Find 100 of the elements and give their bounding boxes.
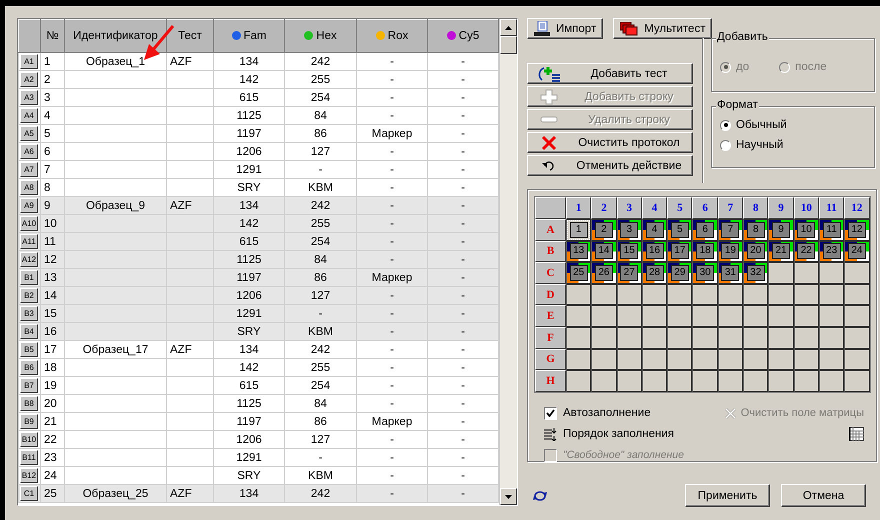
- table-row[interactable]: A4 4 1125 84 - -: [18, 106, 498, 124]
- table-row[interactable]: B2 14 1206 127 - -: [18, 286, 498, 304]
- radio-button[interactable]: [720, 120, 731, 130]
- plate-well[interactable]: [818, 262, 844, 284]
- plate-well[interactable]: 4: [642, 219, 668, 241]
- row-header[interactable]: A9: [20, 198, 38, 213]
- plate-well[interactable]: [718, 370, 744, 392]
- table-row[interactable]: B3 15 1291 - - -: [18, 304, 498, 322]
- plate-well[interactable]: [667, 305, 692, 327]
- column-header[interactable]: 3: [616, 197, 642, 219]
- plate-well[interactable]: 26: [591, 262, 617, 284]
- column-header[interactable]: 11: [818, 197, 844, 219]
- plate-well[interactable]: [566, 348, 592, 370]
- table-row[interactable]: B6 18 142 255 - -: [18, 358, 498, 376]
- plate-well[interactable]: [718, 348, 744, 370]
- plate-well[interactable]: [566, 284, 592, 306]
- plate-well[interactable]: [591, 284, 617, 306]
- plate-well[interactable]: [794, 262, 819, 284]
- plate-well[interactable]: [566, 370, 592, 392]
- row-header[interactable]: A1: [20, 54, 38, 69]
- radio-button[interactable]: [720, 140, 731, 150]
- plate-well[interactable]: 17: [667, 240, 692, 262]
- row-header[interactable]: B10: [20, 432, 38, 447]
- row-header[interactable]: B8: [20, 396, 38, 411]
- plate-well[interactable]: 16: [642, 240, 668, 262]
- table-row[interactable]: A12 12 1125 84 - -: [18, 250, 498, 268]
- row-header[interactable]: B11: [20, 450, 38, 465]
- table-row[interactable]: A1 1 Образец_1 AZF 134 242 - -: [18, 52, 498, 70]
- dialog-button[interactable]: Применить: [685, 484, 770, 507]
- row-header[interactable]: A6: [20, 144, 38, 159]
- plate-well[interactable]: 19: [718, 240, 744, 262]
- row-header[interactable]: B9: [20, 414, 38, 429]
- plate-well[interactable]: [844, 284, 870, 306]
- row-header[interactable]: A12: [20, 252, 38, 267]
- table-row[interactable]: B11 23 1291 - - -: [18, 448, 498, 466]
- plate-well[interactable]: [743, 370, 768, 392]
- plate-well[interactable]: [794, 348, 819, 370]
- plate-well[interactable]: 12: [844, 219, 870, 241]
- table-row[interactable]: B4 16 SRY KBM - -: [18, 322, 498, 340]
- column-header[interactable]: 7: [718, 197, 744, 219]
- row-header[interactable]: A8: [20, 180, 38, 195]
- plate-well[interactable]: [616, 326, 642, 349]
- plate-well[interactable]: [616, 370, 642, 392]
- action-button[interactable]: Добавить тест: [527, 63, 693, 84]
- plate-well[interactable]: 7: [718, 219, 744, 241]
- command-link[interactable]: Порядок заполнения: [544, 426, 724, 443]
- plate-well[interactable]: [818, 326, 844, 349]
- column-header[interactable]: 10: [794, 197, 819, 219]
- table-row[interactable]: A11 11 615 254 - -: [18, 232, 498, 250]
- plate-well[interactable]: 5: [667, 219, 692, 241]
- row-header[interactable]: B7: [20, 378, 38, 393]
- plate-well[interactable]: [794, 305, 819, 327]
- plate-well[interactable]: 10: [794, 219, 819, 241]
- plate-well[interactable]: [692, 326, 718, 349]
- plate-well[interactable]: [642, 326, 668, 349]
- plate-well[interactable]: 6: [692, 219, 718, 241]
- plate-well[interactable]: 32: [743, 262, 768, 284]
- plate-well[interactable]: [667, 284, 692, 306]
- plate-well[interactable]: [566, 305, 592, 327]
- plate-well[interactable]: 8: [743, 219, 768, 241]
- plate-well[interactable]: [692, 348, 718, 370]
- plate-well[interactable]: [794, 284, 819, 306]
- plate-well[interactable]: [844, 262, 870, 284]
- column-header[interactable]: 6: [692, 197, 718, 219]
- row-header[interactable]: C1: [20, 486, 38, 501]
- plate-well[interactable]: [591, 348, 617, 370]
- table-row[interactable]: A10 10 142 255 - -: [18, 214, 498, 232]
- scroll-thumb[interactable]: [500, 36, 517, 54]
- plate-well[interactable]: [642, 305, 668, 327]
- column-header[interactable]: 2: [591, 197, 617, 219]
- column-header[interactable]: 8: [743, 197, 768, 219]
- plate-well[interactable]: [616, 284, 642, 306]
- row-header[interactable]: B12: [20, 468, 38, 483]
- column-header[interactable]: Fam: [214, 20, 284, 52]
- scroll-up-button[interactable]: [500, 19, 517, 36]
- column-header[interactable]: 9: [768, 197, 794, 219]
- table-row[interactable]: B10 22 1206 127 - -: [18, 430, 498, 448]
- plate-well[interactable]: 1: [566, 219, 592, 241]
- table-row[interactable]: B1 13 1197 86 Маркер -: [18, 268, 498, 286]
- row-header[interactable]: B5: [20, 342, 38, 357]
- plate-well[interactable]: [844, 305, 870, 327]
- plate-well[interactable]: [818, 348, 844, 370]
- plate-well[interactable]: [768, 370, 794, 392]
- plate-well[interactable]: [743, 326, 768, 349]
- scroll-down-button[interactable]: [500, 488, 517, 505]
- plate-well[interactable]: 15: [616, 240, 642, 262]
- row-header[interactable]: A11: [20, 234, 38, 249]
- plate-well[interactable]: 30: [692, 262, 718, 284]
- row-header[interactable]: A5: [20, 126, 38, 141]
- table-row[interactable]: A5 5 1197 86 Маркер -: [18, 124, 498, 142]
- row-header[interactable]: A2: [20, 72, 38, 87]
- plate-well[interactable]: [768, 326, 794, 349]
- table-row[interactable]: B7 19 615 254 - -: [18, 376, 498, 394]
- row-header[interactable]: B2: [20, 288, 38, 303]
- plate-well[interactable]: [642, 348, 668, 370]
- plate-well[interactable]: [642, 284, 668, 306]
- plate-well[interactable]: 24: [844, 240, 870, 262]
- plate-well[interactable]: [591, 305, 617, 327]
- radio-option[interactable]: Научный: [720, 139, 874, 151]
- column-header[interactable]: 5: [667, 197, 692, 219]
